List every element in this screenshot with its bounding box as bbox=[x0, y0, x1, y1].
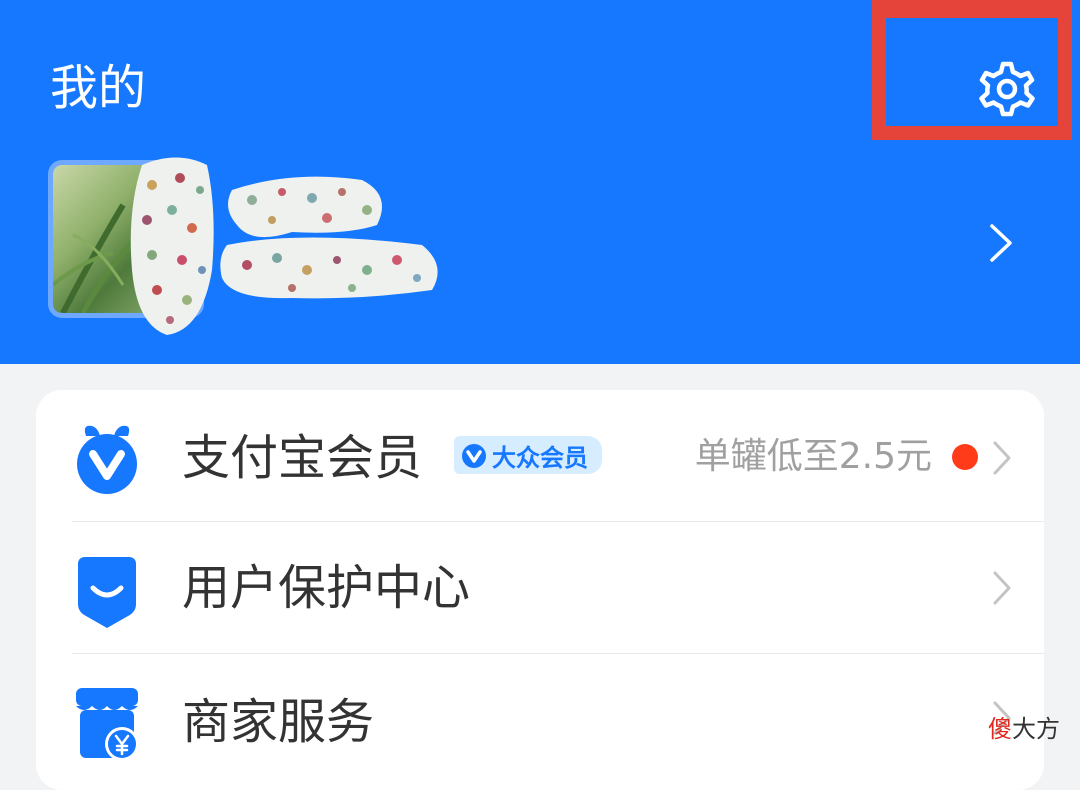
menu-item-label: 用户保护中心 bbox=[182, 560, 471, 616]
settings-button[interactable] bbox=[970, 52, 1044, 126]
watermark-accent: 傻 bbox=[988, 715, 1012, 743]
gear-icon bbox=[979, 61, 1035, 117]
shield-smile-icon bbox=[78, 557, 136, 628]
membership-promo-text: 单罐低至2.5元 bbox=[694, 436, 932, 477]
membership-v-icon bbox=[77, 425, 137, 494]
menu-item-label: 商家服务 bbox=[182, 694, 375, 750]
chevron-right-icon bbox=[993, 441, 1011, 475]
chevron-right-icon[interactable] bbox=[982, 218, 1022, 268]
watermark: 傻大方 bbox=[988, 709, 1060, 744]
page-title: 我的 bbox=[50, 60, 147, 116]
profile-header: 我的 bbox=[0, 0, 1080, 364]
notification-dot bbox=[952, 444, 978, 470]
membership-badge: 大众会员 bbox=[454, 436, 602, 474]
menu-item-label: 支付宝会员 bbox=[182, 430, 423, 486]
menu-card: 支付宝会员 大众会员 单罐低至2.5元 用户保护中心 商家服务 bbox=[36, 390, 1044, 790]
badge-v-icon bbox=[462, 444, 486, 468]
chevron-right-icon bbox=[993, 571, 1011, 605]
membership-badge-label: 大众会员 bbox=[492, 443, 588, 472]
menu-item-merchant-services[interactable]: 商家服务 bbox=[36, 654, 1044, 786]
watermark-text: 大方 bbox=[1012, 715, 1060, 743]
store-yuan-icon bbox=[76, 688, 139, 761]
menu-item-membership[interactable]: 支付宝会员 大众会员 单罐低至2.5元 bbox=[36, 390, 1044, 522]
name-redaction-mask bbox=[130, 157, 438, 335]
menu-item-user-protection[interactable]: 用户保护中心 bbox=[36, 522, 1044, 654]
